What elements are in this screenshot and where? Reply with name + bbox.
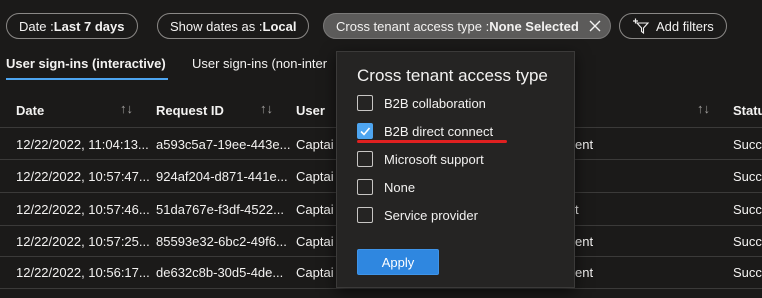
option-label: Service provider — [384, 207, 478, 223]
cell-date: 12/22/2022, 10:57:25... — [16, 234, 150, 249]
column-header-request-id[interactable]: Request ID — [156, 103, 224, 118]
cross-tenant-value: None Selected — [489, 18, 579, 34]
cell-status: Succe — [733, 137, 762, 152]
add-filters-button[interactable]: Add filters — [619, 13, 727, 39]
cell-user: Captai — [296, 234, 334, 249]
date-filter-value: Last 7 days — [53, 18, 125, 34]
active-tab-indicator — [6, 78, 168, 80]
checkbox-checked[interactable] — [357, 123, 373, 139]
option-label: Microsoft support — [384, 151, 484, 167]
checkbox[interactable] — [357, 151, 373, 167]
column-header-date[interactable]: Date — [16, 103, 44, 118]
checkbox[interactable] — [357, 95, 373, 111]
date-filter-prefix: Date : — [19, 18, 54, 34]
cell-date: 12/22/2022, 10:56:17... — [16, 265, 150, 280]
cell-status: Succe — [733, 234, 762, 249]
cell-request-id: a593c5a7-19ee-443e... — [156, 137, 291, 152]
column-header-user[interactable]: User — [296, 103, 325, 118]
cell-application: ent — [575, 137, 594, 152]
cell-status: Succe — [733, 265, 762, 280]
show-dates-filter-pill[interactable]: Show dates as : Local — [157, 13, 310, 39]
cell-application: ent — [575, 265, 594, 280]
row-divider — [0, 288, 762, 289]
dropdown-title: Cross tenant access type — [357, 66, 548, 85]
sort-request-id-icon[interactable]: ↑↓ — [260, 101, 273, 116]
cell-status: Succe — [733, 169, 762, 184]
cell-application: t — [575, 202, 579, 217]
option-service-provider[interactable]: Service provider — [357, 206, 478, 224]
checkbox[interactable] — [357, 207, 373, 223]
date-filter-pill[interactable]: Date : Last 7 days — [6, 13, 138, 39]
option-label: None — [384, 179, 416, 195]
tab-non-interactive[interactable]: User sign-ins (non-inter — [192, 56, 327, 71]
cross-tenant-filter-pill[interactable]: Cross tenant access type : None Selected — [323, 13, 611, 39]
cell-user: Captai — [296, 202, 334, 217]
tab-non-interactive-label: User sign-ins (non-inter — [192, 56, 328, 71]
option-b2b-collaboration[interactable]: B2B collaboration — [357, 94, 486, 112]
checkbox[interactable] — [357, 179, 373, 195]
cell-request-id: 51da767e-f3df-4522... — [156, 202, 284, 217]
option-none[interactable]: None — [357, 178, 415, 196]
checkmark-icon — [360, 127, 371, 136]
cell-date: 12/22/2022, 10:57:47... — [16, 169, 150, 184]
cell-application: ent — [575, 234, 594, 249]
red-annotation-underline — [357, 140, 507, 143]
column-header-status[interactable]: Statu — [733, 103, 762, 118]
add-filter-icon — [633, 18, 650, 34]
cell-user: Captai — [296, 169, 334, 184]
show-dates-prefix: Show dates as : — [170, 18, 263, 34]
tab-interactive[interactable]: User sign-ins (interactive) — [6, 56, 166, 71]
cross-tenant-dropdown: Cross tenant access type B2B collaborati… — [336, 51, 575, 288]
cell-user: Captai — [296, 137, 334, 152]
cell-date: 12/22/2022, 11:04:13... — [16, 137, 149, 152]
option-label: B2B collaboration — [384, 95, 486, 111]
cell-status: Succe — [733, 202, 762, 217]
cell-user: Captai — [296, 265, 334, 280]
cell-request-id: 924af204-d871-441e... — [156, 169, 288, 184]
sort-column-icon[interactable]: ↑↓ — [697, 101, 710, 116]
close-icon[interactable] — [588, 19, 602, 33]
sort-date-icon[interactable]: ↑↓ — [120, 101, 133, 116]
show-dates-value: Local — [262, 18, 297, 34]
cell-request-id: de632c8b-30d5-4de... — [156, 265, 284, 280]
option-b2b-direct-connect[interactable]: B2B direct connect — [357, 122, 493, 140]
cell-date: 12/22/2022, 10:57:46... — [16, 202, 150, 217]
option-microsoft-support[interactable]: Microsoft support — [357, 150, 484, 168]
cell-request-id: 85593e32-6bc2-49f6... — [156, 234, 287, 249]
tab-interactive-label: User sign-ins (interactive) — [6, 56, 166, 71]
option-label: B2B direct connect — [384, 123, 494, 139]
cross-tenant-prefix: Cross tenant access type : — [336, 18, 490, 34]
add-filters-label: Add filters — [656, 18, 714, 34]
apply-button[interactable]: Apply — [357, 249, 439, 275]
